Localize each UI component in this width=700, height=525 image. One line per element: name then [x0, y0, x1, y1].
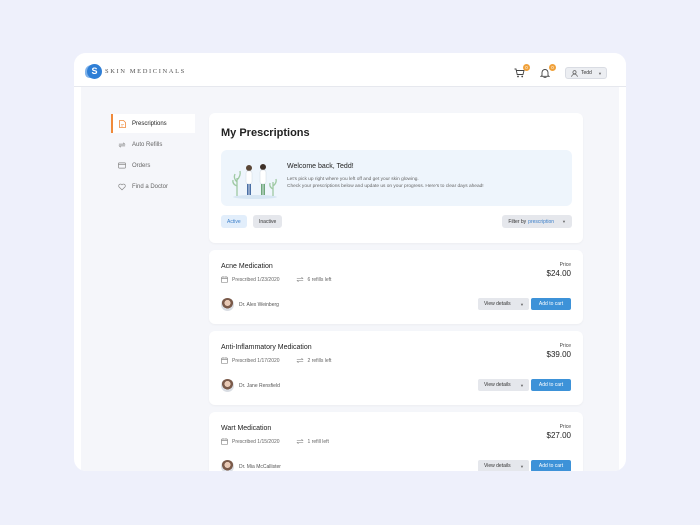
- add-to-cart-button[interactable]: Add to cart: [531, 379, 571, 391]
- chevron-down-icon: ▼: [598, 70, 602, 76]
- refill-icon: [296, 438, 304, 445]
- filter-prefix: Filter by: [508, 218, 527, 225]
- sidebar-item-label: Find a Doctor: [132, 183, 169, 190]
- doctor-name: Dr. Mia McCallister: [239, 463, 281, 470]
- view-details-button[interactable]: View details ▼: [478, 460, 529, 471]
- logo-mark: S: [87, 63, 102, 79]
- refills-left: 2 refills left: [307, 357, 332, 364]
- sidebar-item-label: Prescriptions: [132, 120, 167, 127]
- welcome-line-1: Let's pick up right where you left off a…: [287, 177, 419, 182]
- card-actions: View details ▼ Add to cart: [476, 250, 571, 324]
- heart-icon: [118, 183, 126, 191]
- calendar-icon: [221, 276, 228, 283]
- chevron-down-icon: ▼: [520, 382, 524, 388]
- prescription-meta: Prescribed 1/23/2020 6 refills left: [221, 276, 331, 283]
- filter-dropdown[interactable]: Filter by prescription ▼: [502, 215, 572, 228]
- view-details-button[interactable]: View details ▼: [478, 298, 529, 310]
- view-details-label: View details: [484, 301, 511, 307]
- bell-icon: [540, 69, 550, 78]
- refills-left: 6 refills left: [307, 276, 332, 283]
- calendar-icon: [221, 438, 228, 445]
- doctor-info: Dr. Mia McCallister: [221, 460, 281, 471]
- doctor-info: Dr. Alex Weinberg: [221, 298, 279, 311]
- sidebar-item-label: Orders: [132, 162, 151, 169]
- add-to-cart-button[interactable]: Add to cart: [531, 298, 571, 310]
- prescription-meta: Prescribed 1/15/2020 1 refill left: [221, 438, 329, 445]
- sidebar-item-find-a-doctor[interactable]: Find a Doctor: [111, 177, 195, 196]
- prescribed-date: Prescribed 1/15/2020: [232, 438, 280, 445]
- medication-name: Wart Medication: [221, 425, 272, 432]
- brand-logo[interactable]: S SKIN MEDICINALS: [87, 63, 186, 79]
- welcome-message: Let's pick up right where you left off a…: [287, 176, 557, 190]
- app-window: S SKIN MEDICINALS 0 0 Tedd ▼ Prescriptio…: [74, 53, 626, 471]
- welcome-title: Welcome back, Tedd!: [287, 163, 354, 170]
- medication-name: Anti-Inflammatory Medication: [221, 344, 312, 351]
- notification-count-badge: 0: [549, 64, 556, 71]
- prescribed-date: Prescribed 1/17/2020: [232, 357, 280, 364]
- add-to-cart-button[interactable]: Add to cart: [531, 460, 571, 471]
- brand-name: SKIN MEDICINALS: [105, 67, 186, 75]
- cart-count-badge: 0: [523, 64, 530, 71]
- chevron-down-icon: ▼: [520, 463, 524, 469]
- prescription-card: Anti-Inflammatory Medication Prescribed …: [209, 331, 583, 405]
- doctor-name: Dr. Alex Weinberg: [239, 301, 279, 308]
- calendar-icon: [221, 357, 228, 364]
- prescription-meta: Prescribed 1/17/2020 2 refills left: [221, 357, 331, 364]
- doctor-info: Dr. Jane Rensfield: [221, 379, 280, 392]
- refill-icon: [296, 276, 304, 283]
- chevron-down-icon: ▼: [520, 301, 524, 307]
- sidebar-item-auto-refills[interactable]: Auto Refills: [111, 135, 195, 154]
- refill-icon: [296, 357, 304, 364]
- view-details-button[interactable]: View details ▼: [478, 379, 529, 391]
- sidebar: Prescriptions Auto Refills Orders Find a…: [111, 114, 195, 198]
- card-icon: [118, 162, 126, 170]
- sidebar-item-orders[interactable]: Orders: [111, 156, 195, 175]
- view-details-label: View details: [484, 382, 511, 388]
- welcome-banner: Welcome back, Tedd! Let's pick up right …: [221, 150, 572, 206]
- card-actions: View details ▼ Add to cart: [476, 331, 571, 405]
- tab-inactive[interactable]: Inactive: [253, 215, 283, 228]
- user-icon: [571, 69, 578, 77]
- avatar: [221, 379, 234, 392]
- welcome-line-2: Check your prescriptions below and updat…: [287, 184, 484, 189]
- user-menu[interactable]: Tedd ▼: [565, 67, 607, 79]
- filter-row: Active Inactive Filter by prescription ▼: [221, 215, 572, 229]
- card-actions: View details ▼ Add to cart: [476, 412, 571, 471]
- document-icon: [118, 119, 126, 128]
- prescription-card: Acne Medication Prescribed 1/23/2020 6 r…: [209, 250, 583, 324]
- page-title: My Prescriptions: [221, 127, 310, 139]
- content-area: Prescriptions Auto Refills Orders Find a…: [81, 87, 619, 471]
- avatar: [221, 298, 234, 311]
- prescribed-date: Prescribed 1/23/2020: [232, 276, 280, 283]
- doctors-illustration: [232, 164, 277, 199]
- notifications-button[interactable]: 0: [540, 64, 556, 80]
- medication-name: Acne Medication: [221, 263, 273, 270]
- prescription-card: Wart Medication Prescribed 1/15/2020 1 r…: [209, 412, 583, 471]
- cart-button[interactable]: 0: [514, 64, 530, 80]
- view-details-label: View details: [484, 463, 511, 469]
- refills-left: 1 refill left: [307, 438, 329, 445]
- doctor-name: Dr. Jane Rensfield: [239, 382, 280, 389]
- prescriptions-header-card: My Prescriptions Welcome back, Tedd! Let…: [209, 113, 583, 243]
- filter-value: prescription: [528, 218, 555, 225]
- sidebar-item-label: Auto Refills: [132, 141, 163, 148]
- refresh-icon: [118, 141, 126, 149]
- sidebar-item-prescriptions[interactable]: Prescriptions: [111, 114, 195, 133]
- chevron-down-icon: ▼: [562, 219, 566, 224]
- avatar: [221, 460, 234, 471]
- tab-active[interactable]: Active: [221, 215, 247, 228]
- top-bar: S SKIN MEDICINALS 0 0 Tedd ▼: [74, 53, 626, 87]
- user-name: Tedd: [581, 70, 592, 76]
